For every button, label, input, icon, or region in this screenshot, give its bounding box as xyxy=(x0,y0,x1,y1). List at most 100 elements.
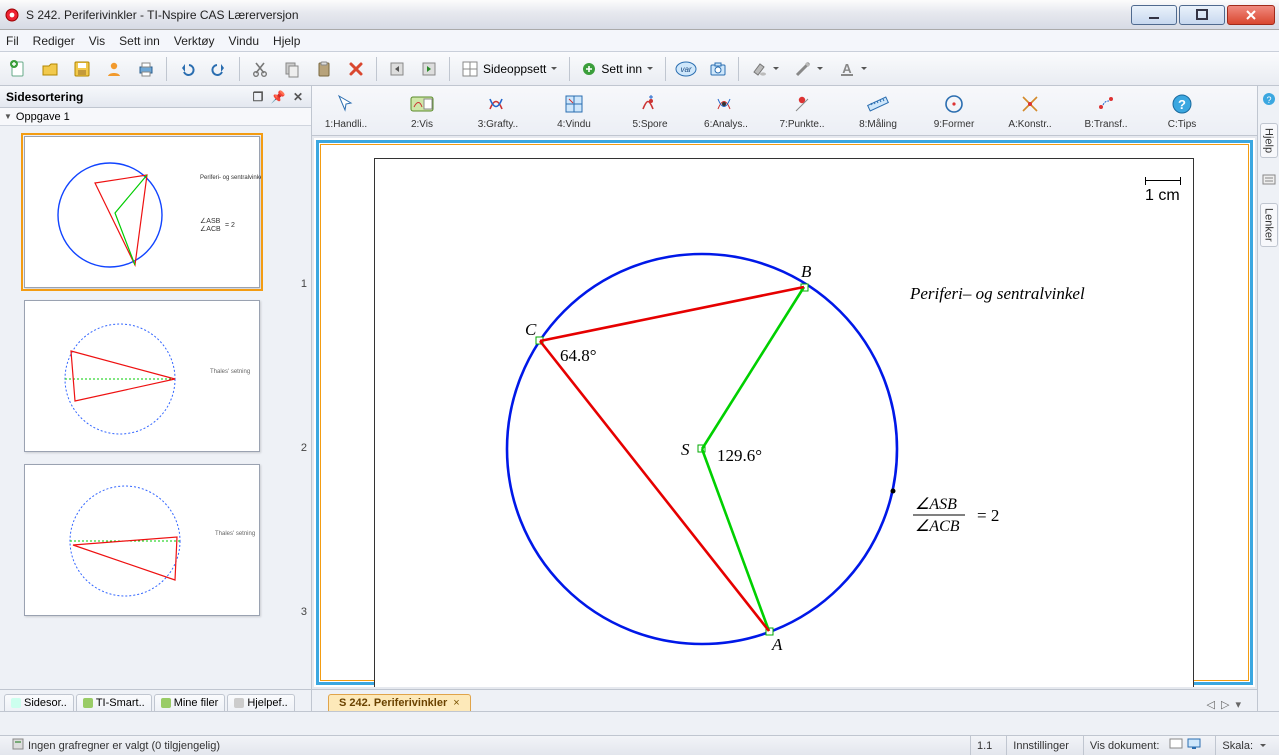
calculator-icon[interactable] xyxy=(12,738,24,753)
help-panel-icon[interactable]: ? xyxy=(1262,92,1276,109)
svg-text:A: A xyxy=(842,61,852,76)
line-color-dropdown[interactable] xyxy=(789,56,829,82)
tab-pages[interactable]: Sidesor.. xyxy=(4,694,74,711)
tool-shapes[interactable]: 9:Former xyxy=(930,91,978,130)
svg-text:C: C xyxy=(525,320,537,339)
svg-text:= 2: = 2 xyxy=(225,222,235,229)
menu-view[interactable]: Vis xyxy=(89,34,105,48)
document-tab-close-icon[interactable]: × xyxy=(453,697,459,709)
svg-text:= 2: = 2 xyxy=(977,506,999,525)
tool-construct[interactable]: A:Konstr.. xyxy=(1006,91,1054,130)
problem-header[interactable]: Oppgave 1 xyxy=(0,108,311,126)
fill-color-dropdown[interactable] xyxy=(745,56,785,82)
tool-window[interactable]: 4:Vindu xyxy=(550,91,598,130)
menu-tools[interactable]: Verktøy xyxy=(174,34,215,48)
tab-menu-icon[interactable]: ▾ xyxy=(1235,698,1241,711)
next-page-button[interactable] xyxy=(415,56,443,82)
page-layout-dropdown[interactable]: Sideoppsett xyxy=(456,56,563,82)
status-page[interactable]: 1.1 xyxy=(970,736,998,755)
open-button[interactable] xyxy=(36,56,64,82)
prev-page-button[interactable] xyxy=(383,56,411,82)
geometry-page[interactable]: 1 cm xyxy=(374,158,1194,687)
main-toolbar: Sideoppsett Sett inn var A xyxy=(0,52,1279,86)
svg-text:?: ? xyxy=(1178,97,1186,112)
links-panel-icon[interactable] xyxy=(1262,172,1276,189)
status-scale[interactable]: Skala: xyxy=(1215,736,1273,755)
panel-restore-icon[interactable]: ❐ xyxy=(251,90,265,104)
svg-text:∠ACB: ∠ACB xyxy=(200,225,221,233)
document-area: 1:Handli.. 2:Vis 3:Grafty.. 4:Vindu 5:Sp… xyxy=(312,86,1257,711)
panel-close-icon[interactable]: ✕ xyxy=(291,90,305,104)
svg-text:Thales' setning: Thales' setning xyxy=(210,369,250,375)
tool-analyze[interactable]: 6:Analys.. xyxy=(702,91,750,130)
menu-help[interactable]: Hjelp xyxy=(273,34,300,48)
tab-helpfiles[interactable]: Hjelpef.. xyxy=(227,694,294,711)
minimize-button[interactable] xyxy=(1131,5,1177,25)
new-doc-button[interactable] xyxy=(4,56,32,82)
left-tabstrip: Sidesor.. TI-Smart.. Mine filer Hjelpef.… xyxy=(0,689,311,711)
status-settings[interactable]: Innstillinger xyxy=(1006,736,1075,755)
insert-label: Sett inn xyxy=(601,62,642,76)
tool-actions[interactable]: 1:Handli.. xyxy=(322,91,370,130)
paste-button[interactable] xyxy=(310,56,338,82)
svg-text:129.6°: 129.6° xyxy=(717,446,762,465)
svg-text:Periferi- og sentralvinkel: Periferi- og sentralvinkel xyxy=(200,175,261,181)
svg-text:∠ACB: ∠ACB xyxy=(915,518,960,535)
menu-window[interactable]: Vindu xyxy=(229,34,259,48)
thumbnail-3[interactable]: Thales' setning 3 xyxy=(24,464,293,616)
delete-button[interactable] xyxy=(342,56,370,82)
svg-text:B: B xyxy=(801,262,812,281)
canvas[interactable]: 1 cm xyxy=(314,138,1255,687)
view-handheld-icon[interactable] xyxy=(1169,738,1183,753)
tool-transform[interactable]: B:Transf.. xyxy=(1082,91,1130,130)
tab-next-icon[interactable]: ▷ xyxy=(1221,698,1229,711)
tab-prev-icon[interactable]: ◁ xyxy=(1207,698,1215,711)
document-tabstrip: S 242. Periferivinkler × ◁ ▷ ▾ xyxy=(312,689,1257,711)
close-button[interactable] xyxy=(1227,5,1275,25)
redo-button[interactable] xyxy=(205,56,233,82)
links-tab[interactable]: Lenker xyxy=(1260,203,1278,247)
menu-edit[interactable]: Rediger xyxy=(33,34,75,48)
save-button[interactable] xyxy=(68,56,96,82)
thumb-number: 3 xyxy=(301,606,307,618)
maximize-button[interactable] xyxy=(1179,5,1225,25)
svg-text:Thales' setning: Thales' setning xyxy=(215,531,255,537)
svg-text:64.8°: 64.8° xyxy=(560,346,597,365)
help-tab[interactable]: Hjelp xyxy=(1260,123,1278,158)
document-tab-label: S 242. Periferivinkler xyxy=(339,697,447,709)
svg-text:var: var xyxy=(681,65,692,74)
cut-button[interactable] xyxy=(246,56,274,82)
tool-measure[interactable]: 8:Måling xyxy=(854,91,902,130)
text-color-dropdown[interactable]: A xyxy=(833,56,873,82)
panel-pin-icon[interactable]: 📌 xyxy=(271,90,285,104)
menu-insert[interactable]: Sett inn xyxy=(119,34,160,48)
undo-button[interactable] xyxy=(173,56,201,82)
titlebar: S 242. Periferivinkler - TI-Nspire CAS L… xyxy=(0,0,1279,30)
statusbar: Ingen grafregner er valgt (0 tilgjengeli… xyxy=(0,735,1279,755)
tool-graphtype[interactable]: 3:Grafty.. xyxy=(474,91,522,130)
insert-dropdown[interactable]: Sett inn xyxy=(576,56,659,82)
tool-trace[interactable]: 5:Spore xyxy=(626,91,674,130)
tool-points[interactable]: 7:Punkte.. xyxy=(778,91,826,130)
svg-text:∠ASB: ∠ASB xyxy=(200,217,221,225)
svg-text:A: A xyxy=(771,635,783,654)
thumbnail-2[interactable]: Thales' setning 2 xyxy=(24,300,293,452)
tool-view[interactable]: 2:Vis xyxy=(398,91,446,130)
tab-myfiles[interactable]: Mine filer xyxy=(154,694,226,711)
side-panel: Sidesortering ❐ 📌 ✕ Oppgave 1 Periferi- … xyxy=(0,86,312,711)
view-computer-icon[interactable] xyxy=(1187,738,1201,753)
menu-file[interactable]: Fil xyxy=(6,34,19,48)
document-tab[interactable]: S 242. Periferivinkler × xyxy=(328,694,471,711)
tab-tismart[interactable]: TI-Smart.. xyxy=(76,694,152,711)
copy-button[interactable] xyxy=(278,56,306,82)
side-panel-title: Sidesortering xyxy=(6,90,83,104)
user-button[interactable] xyxy=(100,56,128,82)
var-button[interactable]: var xyxy=(672,56,700,82)
svg-text:∠ASB: ∠ASB xyxy=(915,496,957,513)
print-button[interactable] xyxy=(132,56,160,82)
screenshot-button[interactable] xyxy=(704,56,732,82)
thumbnail-1[interactable]: Periferi- og sentralvinkel ∠ASB ∠ACB = 2… xyxy=(24,136,293,288)
svg-text:Periferi– og sentralvinkel: Periferi– og sentralvinkel xyxy=(909,284,1085,303)
tool-tips[interactable]: ?C:Tips xyxy=(1158,91,1206,130)
page-layout-label: Sideoppsett xyxy=(483,62,546,76)
